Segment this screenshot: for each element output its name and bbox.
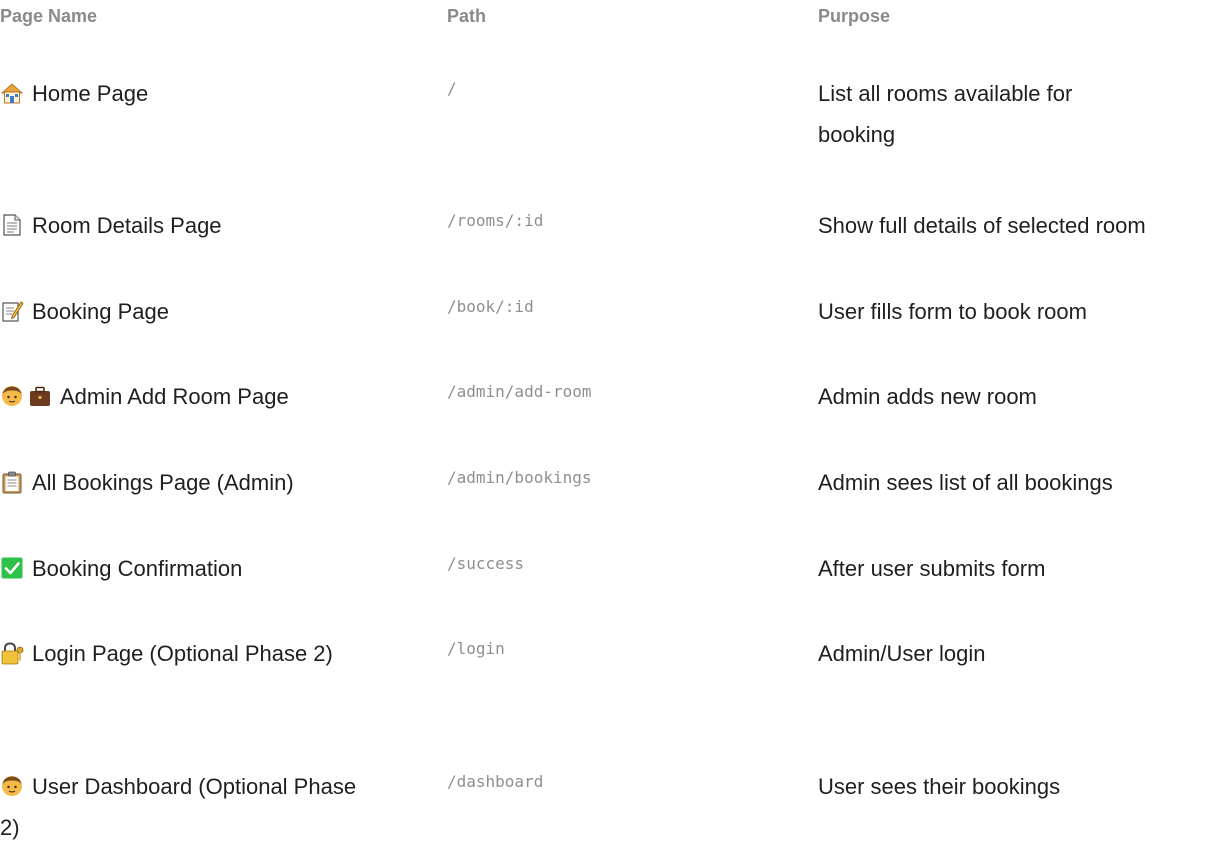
document-icon — [0, 213, 24, 237]
purpose-cell: Show full details of selected room — [818, 213, 1146, 238]
page-name-cell: Admin Add Room Page — [0, 376, 380, 417]
memo-icon — [0, 299, 24, 323]
page-name-cell: Room Details Page — [0, 205, 380, 246]
header-path: Path — [447, 6, 487, 26]
path-cell: /admin/add-room — [447, 382, 592, 401]
purpose-cell: Admin adds new room — [818, 384, 1037, 409]
page-name-text: All Bookings Page (Admin) — [32, 470, 294, 495]
briefcase-icon — [28, 384, 52, 408]
page-name-text: User Dashboard (Optional Phase 2) — [0, 774, 357, 840]
purpose-cell: User fills form to book room — [818, 299, 1087, 324]
page-name-text: Home Page — [32, 81, 149, 106]
house-icon — [0, 81, 24, 105]
person-icon — [0, 384, 24, 408]
path-cell: /book/:id — [447, 297, 534, 316]
purpose-cell: User sees their bookings — [818, 774, 1061, 799]
path-cell: /dashboard — [447, 772, 544, 791]
purpose-cell: After user submits form — [818, 556, 1046, 581]
page-name-text: Login Page (Optional Phase 2) — [32, 641, 333, 666]
path-cell: /admin/bookings — [447, 468, 592, 487]
lock-key-icon — [0, 641, 24, 665]
check-mark-icon — [0, 556, 24, 580]
page-name-text: Admin Add Room Page — [60, 384, 289, 409]
path-cell: /login — [447, 639, 505, 658]
path-cell: /success — [447, 554, 525, 573]
person-icon — [0, 774, 24, 798]
purpose-cell: Admin sees list of all bookings — [818, 470, 1113, 495]
header-purpose: Purpose — [818, 6, 891, 26]
page-name-text: Booking Page — [32, 299, 169, 324]
path-cell: /rooms/:id — [447, 211, 544, 230]
page-name-cell: Booking Page — [0, 291, 380, 332]
page-name-cell: Booking Confirmation — [0, 548, 380, 589]
page-name-cell: Login Page (Optional Phase 2) — [0, 633, 370, 674]
page-name-cell: All Bookings Page (Admin) — [0, 462, 380, 503]
page-name-text: Booking Confirmation — [32, 556, 243, 581]
page-name-cell: Home Page — [0, 73, 380, 114]
page-name-text: Room Details Page — [32, 213, 222, 238]
clipboard-icon — [0, 470, 24, 494]
page-name-cell: User Dashboard (Optional Phase 2) — [0, 766, 370, 848]
path-cell: / — [447, 79, 457, 98]
purpose-cell: Admin/User login — [818, 641, 986, 666]
purpose-cell: List all rooms available for booking — [818, 81, 1073, 147]
header-page-name: Page Name — [0, 6, 98, 26]
table-header: Page Name Path Purpose — [0, 6, 1218, 34]
